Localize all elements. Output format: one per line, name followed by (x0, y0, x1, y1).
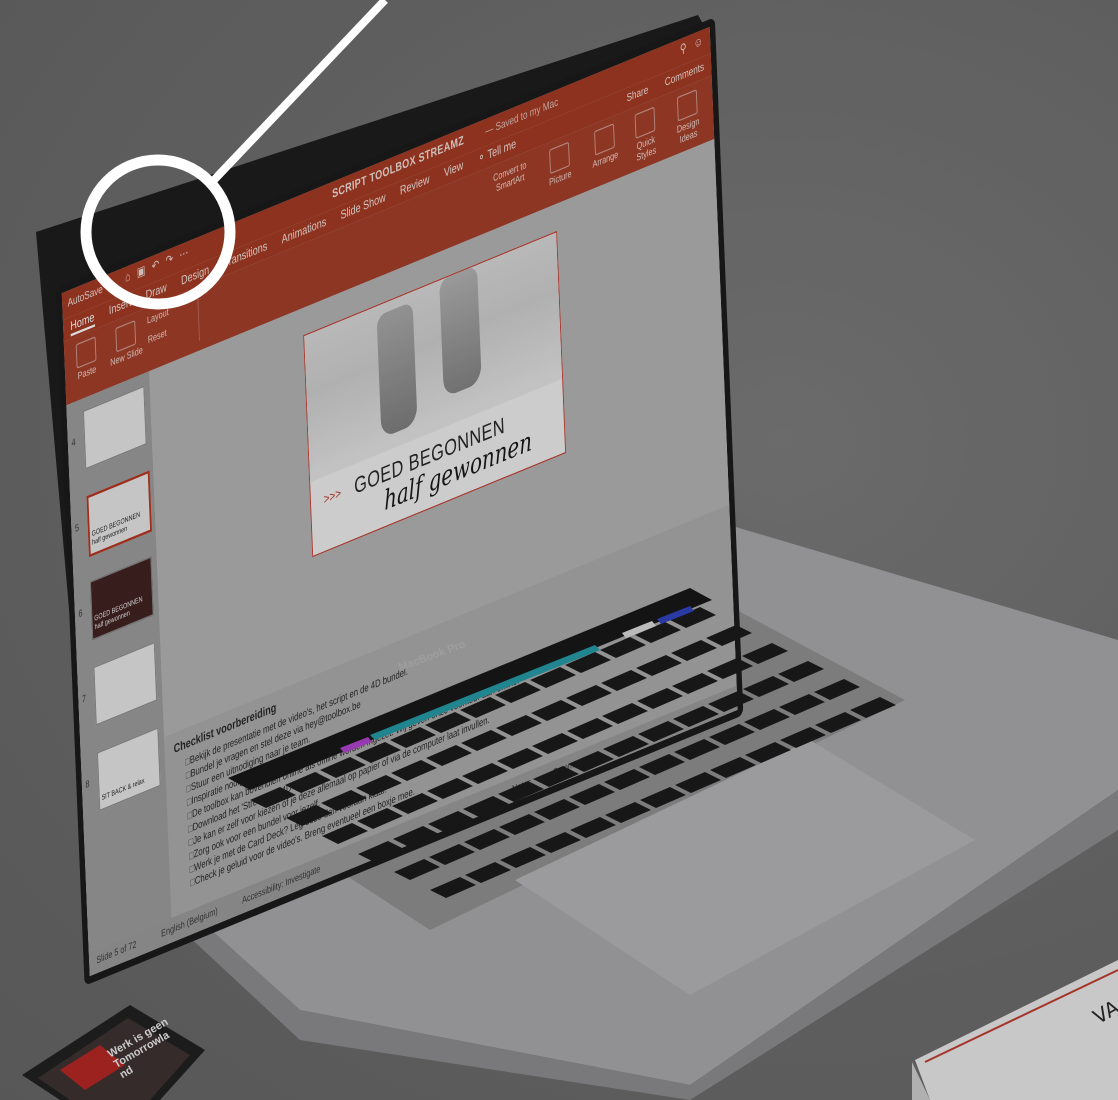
card-deck (912, 960, 1118, 1100)
scene: AutoSave ⌂ ▣ ↶ ↷ ⋯ SCRIPT TOOLBOX STREAM… (0, 0, 1118, 1100)
card-top (915, 960, 1118, 1100)
